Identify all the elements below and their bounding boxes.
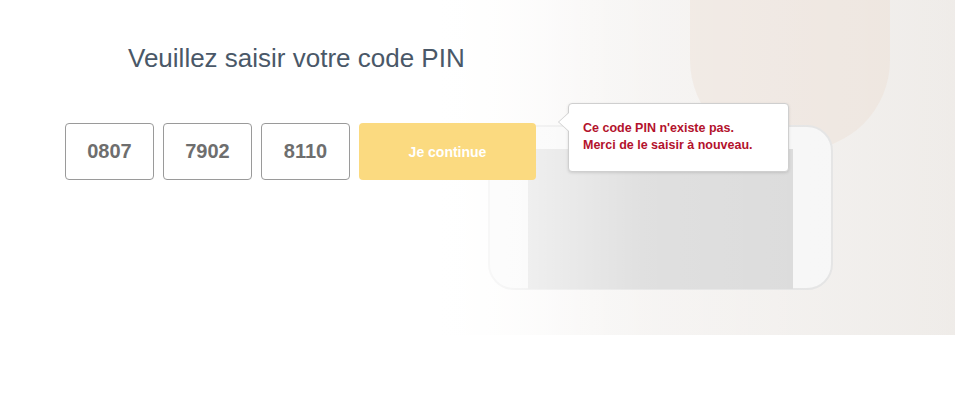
page: Veuillez saisir votre code PIN Je continu…	[0, 0, 955, 405]
error-tooltip: Ce code PIN n'existe pas.Merci de le sai…	[568, 103, 789, 172]
hero: Veuillez saisir votre code PIN Je continu…	[0, 0, 955, 335]
continue-button[interactable]: Je continue	[359, 123, 536, 180]
tooltip-arrow-fill	[559, 113, 569, 131]
error-message: Merci de le saisir à nouveau.	[583, 137, 776, 154]
error-message: Ce code PIN n'existe pas.	[583, 120, 776, 137]
pin-form: Je continue	[65, 123, 955, 180]
page-title: Veuillez saisir votre code PIN	[128, 40, 955, 76]
pin-input[interactable]	[261, 123, 350, 180]
pin-input[interactable]	[163, 123, 252, 180]
pin-input[interactable]	[65, 123, 154, 180]
